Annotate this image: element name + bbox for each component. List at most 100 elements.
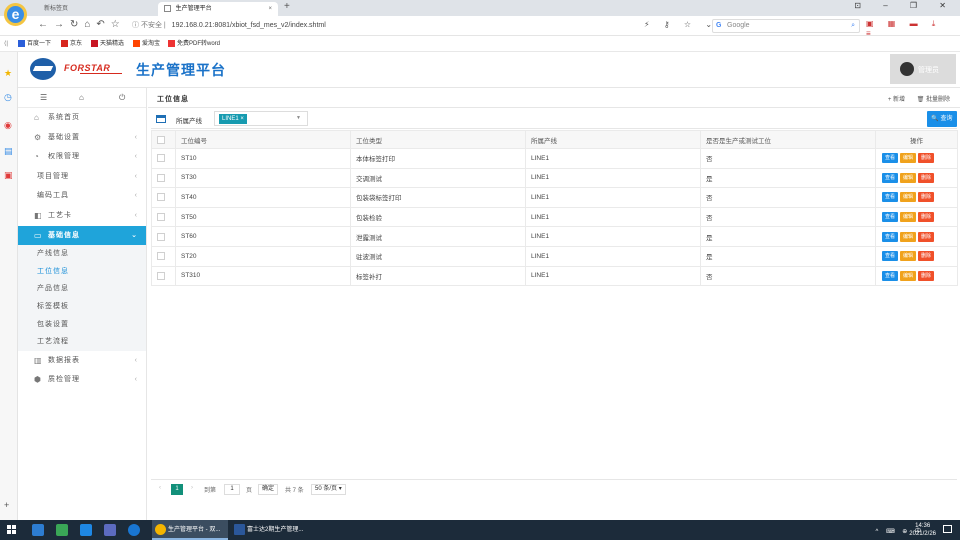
app-icon[interactable]: ▣ xyxy=(4,170,13,181)
column-header[interactable]: 所属产线 xyxy=(525,130,701,149)
windows-start-icon[interactable] xyxy=(7,525,16,534)
close-icon[interactable]: × xyxy=(268,2,272,16)
tab-production-platform[interactable]: 生产管理平台 × xyxy=(158,2,278,16)
navigation-buttons[interactable]: ←→↻⌂↶☆ xyxy=(38,19,126,30)
window-controls[interactable]: ⊡ – ❐ ✕ xyxy=(854,1,956,10)
row-checkbox[interactable] xyxy=(157,193,165,202)
submenu-item-line-info[interactable]: 产线信息 xyxy=(18,245,146,263)
page-1-button[interactable]: 1 xyxy=(171,484,183,495)
delete-button[interactable]: 删除 xyxy=(918,251,935,262)
bookmark-pdf[interactable]: 免费PDF转word xyxy=(168,36,220,52)
submenu-item-packaging[interactable]: 包装设置 xyxy=(18,316,146,334)
edit-button[interactable]: 编辑 xyxy=(900,212,917,223)
column-header[interactable]: 工位类型 xyxy=(350,130,526,149)
column-header[interactable]: 工位编号 xyxy=(175,130,351,149)
view-button[interactable]: 查看 xyxy=(882,231,899,242)
browser-logo-icon[interactable]: e xyxy=(4,3,27,26)
power-icon[interactable]: ⏻ xyxy=(119,93,125,103)
edit-button[interactable]: 编辑 xyxy=(900,153,917,164)
view-button[interactable]: 查看 xyxy=(882,270,899,281)
sidebar-item-process-card[interactable]: ◧ 工艺卡 ‹ xyxy=(18,206,146,226)
weibo-icon[interactable]: ◉ xyxy=(4,120,12,131)
sidebar-item-basic-settings[interactable]: ⚙ 基础设置 ‹ xyxy=(18,128,146,148)
url-field[interactable]: ⓘ 不安全 | 192.168.0.21:8081/xbiot_fsd_mes_… xyxy=(132,19,702,33)
edit-button[interactable]: 编辑 xyxy=(900,251,917,262)
select-all-checkbox[interactable] xyxy=(157,135,165,144)
edit-button[interactable]: 编辑 xyxy=(900,270,917,281)
goto-page-input[interactable]: 1 xyxy=(224,484,240,495)
bookmark-jd[interactable]: 京东 xyxy=(61,36,82,52)
submenu-item-process-flow[interactable]: 工艺流程 xyxy=(18,333,146,351)
view-button[interactable]: 查看 xyxy=(882,153,899,164)
edit-button[interactable]: 编辑 xyxy=(900,231,917,242)
favorites-icon[interactable]: ★ xyxy=(4,68,12,79)
sidebar-item-projects[interactable]: 项目管理 ‹ xyxy=(18,167,146,187)
delete-button[interactable]: 删除 xyxy=(918,231,935,242)
row-checkbox[interactable] xyxy=(157,173,165,182)
add-icon[interactable]: + xyxy=(4,500,9,510)
reader-icon[interactable]: ▤ xyxy=(4,146,13,157)
home-dashboard-icon[interactable]: ⌂ xyxy=(79,93,84,102)
edit-button[interactable]: 编辑 xyxy=(900,192,917,203)
view-button[interactable]: 查看 xyxy=(882,251,899,262)
row-checkbox[interactable] xyxy=(157,252,165,261)
caret-down-icon: ▾ xyxy=(338,486,342,492)
network-app-icon[interactable] xyxy=(32,524,44,536)
cell-is-production: 否 xyxy=(700,265,876,287)
taskbar-app-word[interactable]: 富士达2期生产管理... xyxy=(231,520,313,540)
row-checkbox[interactable] xyxy=(157,232,165,241)
search-input[interactable]: G Google ⌕ xyxy=(712,19,860,33)
bookmark-aitaobao[interactable]: 爱淘宝 xyxy=(133,36,160,52)
taskbar-app-browser[interactable]: 生产管理平台 - 双... xyxy=(152,520,228,540)
menu-toggle-icon[interactable]: ☰ xyxy=(40,93,47,102)
user-menu[interactable]: 管理员 xyxy=(890,54,956,84)
page-size-select[interactable]: 50 条/页 ▾ xyxy=(311,484,346,495)
sidebar-item-permissions[interactable]: ◔ 权限管理 ‹ xyxy=(18,147,146,167)
sidebar-item-home[interactable]: ⌂ 系统首页 xyxy=(18,108,146,128)
add-button[interactable]: + 新增 xyxy=(888,97,905,103)
security-indicator[interactable]: ⓘ 不安全 | xyxy=(132,22,166,29)
edit-button[interactable]: 编辑 xyxy=(900,172,917,183)
submenu-item-product-info[interactable]: 产品信息 xyxy=(18,280,146,298)
search-icon[interactable]: ⌕ xyxy=(851,20,855,32)
view-button[interactable]: 查看 xyxy=(882,212,899,223)
bookmark-baidu[interactable]: 百度一下 xyxy=(18,36,51,52)
next-page-button[interactable]: › xyxy=(191,485,193,491)
row-checkbox[interactable] xyxy=(157,154,165,163)
sidebar-toggle-icon[interactable]: ⟨| xyxy=(4,36,8,52)
batch-delete-button[interactable]: 🗑 批量删除 xyxy=(917,97,950,103)
delete-button[interactable]: 删除 xyxy=(918,172,935,183)
chip-close-icon[interactable]: × xyxy=(240,116,244,122)
view-button[interactable]: 查看 xyxy=(882,172,899,183)
chart-app-icon[interactable] xyxy=(56,524,68,536)
notification-icon[interactable] xyxy=(943,525,952,533)
new-tab-button[interactable]: + xyxy=(284,1,290,12)
prev-page-button[interactable]: ‹ xyxy=(159,485,161,491)
tab-new-tab[interactable]: 新标签页 xyxy=(38,2,158,16)
caret-down-icon[interactable]: ▼ xyxy=(296,115,301,121)
submenu-item-station-info[interactable]: 工位信息 xyxy=(18,263,146,281)
clock[interactable]: 14:36 2021/2/26 xyxy=(909,522,936,538)
row-checkbox[interactable] xyxy=(157,213,165,222)
query-button[interactable]: 🔍 查询 xyxy=(927,111,957,127)
delete-button[interactable]: 删除 xyxy=(918,153,935,164)
submenu-item-label-template[interactable]: 标签模板 xyxy=(18,298,146,316)
line-select[interactable]: LINE1 × ▼ xyxy=(214,111,308,126)
delete-button[interactable]: 删除 xyxy=(918,212,935,223)
sidebar-item-quality[interactable]: ⬢ 质检管理 ‹ xyxy=(18,370,146,390)
arrow-app-icon[interactable] xyxy=(80,524,92,536)
vs-app-icon[interactable] xyxy=(104,524,116,536)
edge-app-icon[interactable] xyxy=(128,524,140,536)
delete-button[interactable]: 删除 xyxy=(918,192,935,203)
view-button[interactable]: 查看 xyxy=(882,192,899,203)
confirm-button[interactable]: 确定 xyxy=(258,484,279,495)
row-checkbox[interactable] xyxy=(157,271,165,280)
history-icon[interactable]: ◷ xyxy=(4,92,12,103)
bookmark-tmall[interactable]: 天猫精选 xyxy=(91,36,124,52)
address-action-icons[interactable]: ⚡ ⚷ ☆ ⌄ xyxy=(644,20,718,29)
delete-button[interactable]: 删除 xyxy=(918,270,935,281)
column-header[interactable]: 是否是生产或测试工位 xyxy=(700,130,876,149)
sidebar-item-reports[interactable]: ▥ 数据报表 ‹ xyxy=(18,351,146,371)
sidebar-item-basic-info[interactable]: ▭ 基础信息 ⌄ xyxy=(18,225,146,246)
sidebar-item-coding-tools[interactable]: 编码工具 ‹ xyxy=(18,186,146,206)
